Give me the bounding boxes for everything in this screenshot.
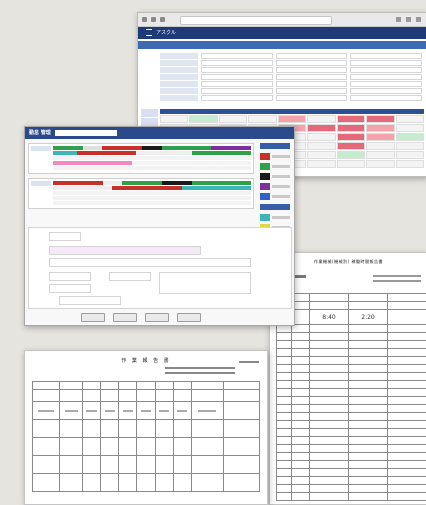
timeline-block[interactable]: [28, 143, 254, 174]
browser-toolbar: [138, 13, 426, 27]
report-date: [239, 361, 259, 363]
form-field[interactable]: [49, 272, 91, 281]
nav-buttons[interactable]: [142, 17, 165, 22]
total-2: 2:20: [348, 309, 388, 325]
report-table: [31, 381, 261, 492]
header-search[interactable]: [55, 130, 117, 136]
report-meta: [165, 367, 235, 377]
form-field[interactable]: [109, 272, 151, 281]
report-sheet: 作 業 報 告 書: [24, 350, 268, 505]
timeline-area: [28, 143, 254, 213]
settings-icon[interactable]: [416, 17, 421, 22]
action-button[interactable]: [81, 313, 105, 322]
title-bar: 勤怠 管理: [25, 127, 294, 139]
form-field[interactable]: [49, 232, 81, 241]
menu-icon[interactable]: [406, 17, 411, 22]
star-icon[interactable]: [396, 17, 401, 22]
action-button[interactable]: [177, 313, 201, 322]
form-field[interactable]: [159, 272, 251, 294]
report-title: 作 業 報 告 書: [121, 358, 171, 364]
app-name: 勤怠 管理: [29, 130, 51, 136]
form-field[interactable]: [59, 296, 121, 305]
address-bar[interactable]: [180, 16, 332, 25]
grid-row[interactable]: [160, 115, 424, 123]
action-buttons: [81, 313, 201, 322]
back-icon[interactable]: [142, 17, 147, 22]
form-field[interactable]: [49, 284, 91, 293]
entry-form: [28, 227, 292, 309]
forward-icon[interactable]: [151, 17, 156, 22]
document-meta: [373, 275, 421, 285]
document-table: 8:40 2:20: [276, 293, 426, 501]
detail-form: [160, 53, 423, 102]
form-field[interactable]: [49, 246, 201, 255]
form-field[interactable]: [49, 258, 251, 267]
toolbar-icons: [396, 17, 421, 22]
app-name: アスクル: [156, 30, 176, 36]
hamburger-icon[interactable]: [146, 29, 152, 36]
app-header: アスクル: [138, 27, 426, 39]
timeline-block[interactable]: [28, 178, 254, 209]
scheduler-window: 勤怠 管理: [24, 126, 295, 326]
action-button[interactable]: [145, 313, 169, 322]
total-1: 8:40: [309, 309, 349, 325]
action-button[interactable]: [113, 313, 137, 322]
reload-icon[interactable]: [160, 17, 165, 22]
section-header: [138, 41, 426, 49]
